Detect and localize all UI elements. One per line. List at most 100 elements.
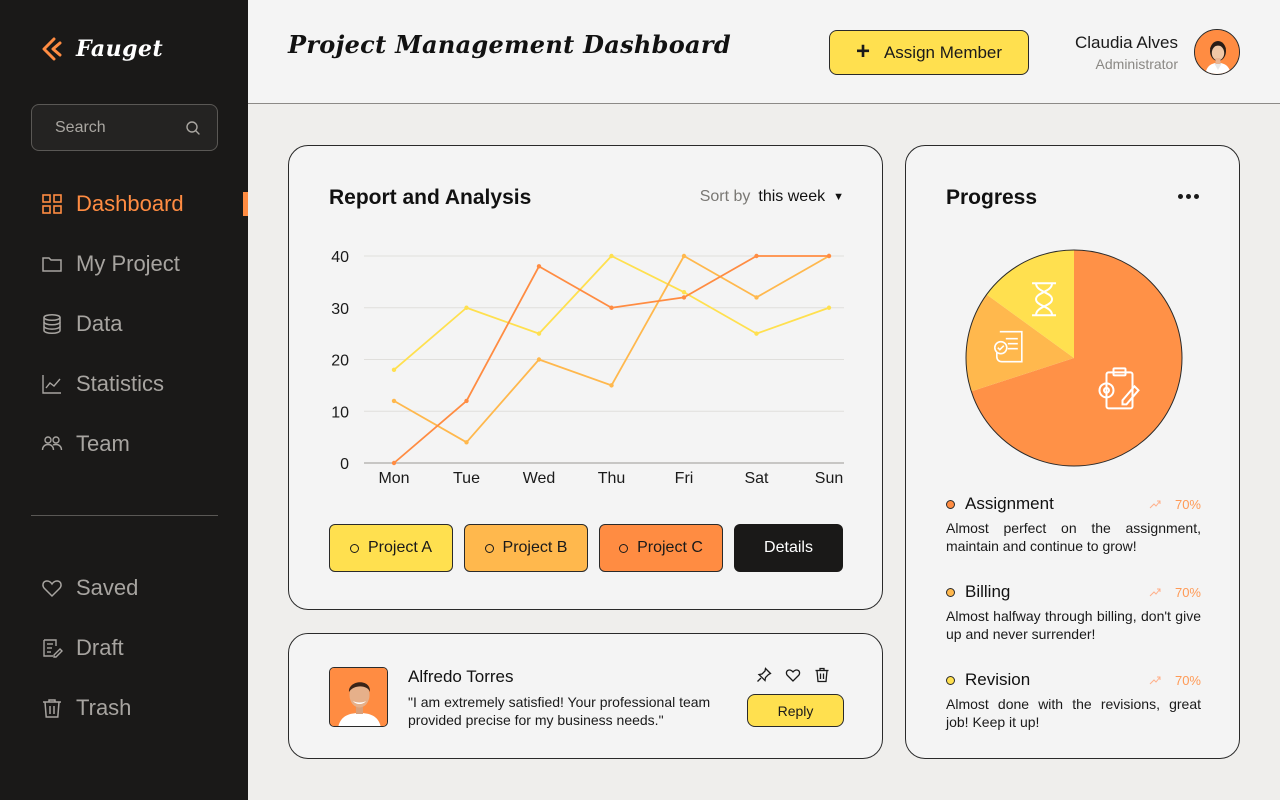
nav-label-draft: Draft [76, 635, 124, 660]
search-box[interactable] [31, 104, 218, 151]
data-point [681, 290, 687, 295]
trend-up-icon [1149, 676, 1161, 685]
review-text: "I am extremely satisfied! Your professi… [408, 694, 711, 728]
billing-dot-icon [946, 587, 955, 597]
nav-item-statistics[interactable]: Statistics [0, 354, 248, 414]
data-point [754, 253, 759, 259]
y-tick-label: 10 [331, 404, 349, 421]
secondary-nav: Saved Draft Trash [0, 558, 248, 738]
reviewer-avatar-image [330, 668, 387, 726]
nav-item-team[interactable]: Team [0, 414, 248, 474]
data-point [754, 295, 759, 300]
folder-icon [41, 253, 63, 275]
brand[interactable]: Fauget [40, 36, 163, 62]
search-icon[interactable] [185, 120, 201, 136]
trend-up-icon [1149, 588, 1161, 597]
heart-icon [41, 577, 63, 599]
heart-icon[interactable] [784, 666, 801, 683]
project-a-label: Project A [367, 539, 433, 556]
project-b-label: Project B [502, 539, 568, 556]
data-point [464, 305, 469, 310]
x-tick-label: Sat [744, 470, 769, 487]
revision-label: Revision [965, 670, 1031, 689]
data-point [391, 367, 397, 373]
reviewer-avatar [329, 667, 388, 727]
progress-item-revision: Revision 70% Almost done with the revisi… [946, 669, 1201, 731]
search-input[interactable] [55, 118, 165, 137]
brand-name: Fauget [76, 36, 164, 62]
trash-icon[interactable] [813, 666, 830, 683]
main-nav: Dashboard My Project Data Statistics Tea… [0, 174, 248, 474]
x-tick-label: Mon [378, 470, 409, 487]
trash-icon [41, 697, 63, 719]
nav-label-dashboard: Dashboard [76, 191, 184, 216]
nav-item-dashboard[interactable]: Dashboard [0, 174, 248, 234]
y-tick-label: 40 [331, 249, 349, 266]
data-point [391, 398, 397, 404]
project-c-button[interactable]: Project C [599, 524, 723, 572]
data-point [609, 305, 614, 310]
nav-item-draft[interactable]: Draft [0, 618, 248, 678]
team-icon [41, 433, 63, 455]
assign-member-button[interactable]: + Assign Member [829, 30, 1029, 75]
data-point [464, 398, 469, 404]
header: Project Management Dashboard + Assign Me… [248, 0, 1280, 104]
page-title: Project Management Dashboard [288, 30, 731, 59]
data-point [681, 253, 687, 259]
billing-percent: 70% [1174, 584, 1201, 600]
sidebar-divider [31, 515, 218, 516]
nav-label-statistics: Statistics [76, 371, 165, 396]
data-point [536, 357, 542, 362]
user-avatar[interactable] [1194, 29, 1240, 75]
progress-pie-chart [965, 249, 1183, 467]
nav-item-trash[interactable]: Trash [0, 678, 248, 738]
project-legend: Project A Project B Project C Details [329, 524, 843, 572]
data-point [754, 331, 759, 336]
pin-icon[interactable] [755, 666, 772, 683]
x-tick-label: Tue [453, 470, 480, 487]
sort-label: Sort by [699, 188, 751, 205]
revision-percent: 70% [1174, 672, 1201, 688]
sidebar: Fauget Dashboard My Project Data [0, 0, 248, 800]
legend-dot-icon [484, 543, 494, 553]
progress-title: Progress [946, 186, 1038, 209]
sort-value: this week [758, 188, 826, 205]
data-point [681, 295, 687, 300]
progress-item-billing: Billing 70% Almost halfway through billi… [946, 581, 1201, 643]
nav-item-my-project[interactable]: My Project [0, 234, 248, 294]
assignment-percent: 70% [1174, 496, 1201, 512]
data-point [826, 253, 832, 259]
report-title: Report and Analysis [329, 186, 532, 209]
assign-member-label: Assign Member [883, 42, 1003, 62]
project-a-button[interactable]: Project A [329, 524, 453, 572]
user-name: Claudia Alves [1074, 33, 1178, 52]
nav-item-data[interactable]: Data [0, 294, 248, 354]
review-actions [755, 666, 830, 683]
x-tick-label: Fri [675, 470, 694, 487]
y-tick-label: 30 [331, 301, 349, 318]
x-tick-label: Sun [815, 470, 843, 487]
billing-label: Billing [965, 582, 1011, 601]
sort-dropdown[interactable]: Sort by this week ▼ [700, 188, 844, 206]
draft-edit-icon [41, 637, 63, 659]
data-point [826, 305, 832, 310]
y-tick-label: 20 [331, 353, 349, 370]
details-button[interactable]: Details [734, 524, 843, 572]
report-card: Report and Analysis Sort by this week ▼ … [288, 145, 883, 610]
data-point [609, 253, 614, 259]
brand-logo-icon [42, 37, 62, 61]
data-point [391, 460, 397, 466]
more-options-icon[interactable] [1178, 186, 1199, 207]
project-b-button[interactable]: Project B [464, 524, 588, 572]
data-point [536, 264, 542, 269]
billing-description: Almost halfway through billing, don't gi… [946, 608, 1201, 642]
user-avatar-image [1195, 30, 1239, 74]
plus-icon: + [855, 37, 870, 65]
series-line-0 [393, 255, 830, 371]
assignment-dot-icon [946, 499, 955, 509]
user-role: Administrator [1095, 56, 1178, 72]
nav-item-saved[interactable]: Saved [0, 558, 248, 618]
assignment-description: Almost perfect on the assignment, mainta… [946, 520, 1201, 554]
caret-down-icon: ▼ [833, 191, 844, 203]
reply-button[interactable]: Reply [747, 694, 844, 727]
